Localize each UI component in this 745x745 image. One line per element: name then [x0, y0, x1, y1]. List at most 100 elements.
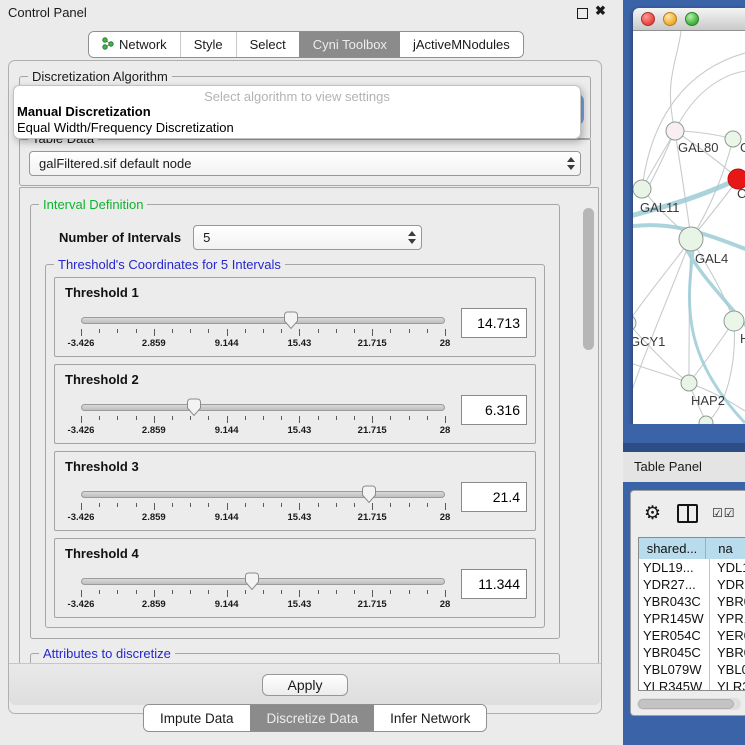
column-header-shared-name[interactable]: shared...: [639, 538, 706, 559]
slider-thumb-icon[interactable]: [244, 572, 260, 591]
node-label: HAP2: [691, 393, 725, 408]
main-scrollbar[interactable]: [582, 192, 596, 660]
column-layout-icon[interactable]: [677, 504, 698, 523]
popup-option-equal-width[interactable]: Equal Width/Frequency Discretization: [14, 120, 580, 136]
threshold-label: Threshold 3: [65, 459, 527, 474]
node-label: H: [740, 331, 745, 346]
network-node-gal4[interactable]: [679, 227, 703, 251]
table-header-row: shared...na: [639, 538, 745, 559]
table-row[interactable]: YLR345WYLR3: [639, 678, 745, 691]
table-row[interactable]: YPR145WYPR1: [639, 610, 745, 627]
slider-tick-labels: -3.4262.8599.14415.4321.71528: [81, 425, 445, 437]
algorithm-dropdown-popup: Select algorithm to view settings Manual…: [13, 85, 581, 139]
tab-jactivemnodules[interactable]: jActiveMNodules: [400, 32, 523, 57]
tab-discretize-data[interactable]: Discretize Data: [250, 705, 375, 731]
slider-ticks: [81, 590, 445, 598]
threshold-label: Threshold 1: [65, 285, 527, 300]
cell-shared-name: YLR345W: [639, 678, 710, 691]
cell-shared-name: YBR043C: [639, 593, 710, 610]
threshold-value-field[interactable]: 6.316: [461, 395, 527, 425]
network-node[interactable]: [699, 416, 713, 424]
table-row[interactable]: YBR045CYBR0: [639, 644, 745, 661]
network-canvas[interactable]: GAL80GACGAL11GAL4GCY1HHAP2: [633, 31, 745, 424]
tab-label: Select: [250, 37, 286, 52]
close-traffic-light-icon[interactable]: [641, 12, 655, 26]
slider-track[interactable]: [81, 491, 445, 498]
cell-name: YDL1: [710, 559, 745, 576]
table-row[interactable]: YER054CYER0: [639, 627, 745, 644]
minimize-traffic-light-icon[interactable]: [663, 12, 677, 26]
apply-button[interactable]: Apply: [262, 674, 347, 696]
tab-network[interactable]: Network: [89, 32, 180, 57]
network-node-gcy1[interactable]: [633, 315, 636, 331]
column-header-name[interactable]: na: [706, 538, 745, 559]
network-nodes: GAL80GACGAL11GAL4GCY1HHAP2: [633, 122, 745, 424]
slider-ticks: [81, 503, 445, 511]
table-row[interactable]: YDR27...YDR2: [639, 576, 745, 593]
table-row[interactable]: YBR043CYBR0: [639, 593, 745, 610]
slider-track[interactable]: [81, 404, 445, 411]
threshold-slider[interactable]: -3.4262.8599.14415.4321.71528: [81, 399, 445, 441]
tab-select[interactable]: Select: [236, 32, 299, 57]
control-panel-tabs: Network Style Select Cyni Toolbox jActiveMNo…: [88, 31, 524, 58]
cell-shared-name: YBR045C: [639, 644, 710, 661]
node-label: GAL80: [678, 140, 718, 155]
group-title: Discretization Algorithm: [28, 69, 172, 84]
close-icon[interactable]: ✖: [595, 3, 606, 19]
threshold-value-field[interactable]: 21.4: [461, 482, 527, 512]
threshold-panel-2: Threshold 2-3.4262.8599.14415.4321.71528…: [54, 364, 536, 444]
slider-thumb-icon[interactable]: [186, 398, 202, 417]
interval-definition-group: Interval Definition Number of Intervals …: [30, 204, 560, 639]
tab-style[interactable]: Style: [180, 32, 236, 57]
threshold-label: Threshold 4: [65, 546, 527, 561]
slider-thumb-icon[interactable]: [283, 311, 299, 330]
table-toolbar: ⚙ ☑☑: [631, 491, 745, 535]
tab-label: Discretize Data: [267, 711, 359, 726]
popup-option-manual[interactable]: Manual Discretization: [14, 104, 580, 120]
network-node-gal11[interactable]: [633, 180, 651, 198]
number-of-intervals-combobox[interactable]: 5: [193, 225, 422, 250]
table-horizontal-scrollbar[interactable]: [637, 698, 741, 710]
slider-track[interactable]: [81, 578, 445, 585]
table-row[interactable]: YDL19...YDL1: [639, 559, 745, 576]
select-columns-icons[interactable]: ☑☑: [712, 506, 736, 520]
slider-track[interactable]: [81, 317, 445, 324]
tab-label: Cyni Toolbox: [313, 37, 387, 52]
threshold-slider[interactable]: -3.4262.8599.14415.4321.71528: [81, 486, 445, 528]
table-row[interactable]: YBL079WYBL0: [639, 661, 745, 678]
slider-thumb-icon[interactable]: [361, 485, 377, 504]
tab-cyni-toolbox[interactable]: Cyni Toolbox: [299, 32, 400, 57]
cell-shared-name: YBL079W: [639, 661, 710, 678]
combo-stepper-icon: [565, 155, 576, 172]
cell-name: YLR3: [710, 678, 745, 691]
tab-label: Network: [119, 37, 167, 52]
panel-title: Control Panel: [8, 5, 87, 20]
threshold-value-field[interactable]: 11.344: [461, 569, 527, 599]
slider-tick-labels: -3.4262.8599.14415.4321.71528: [81, 599, 445, 611]
node-label: GCY1: [633, 334, 665, 349]
cell-name: YPR1: [710, 610, 745, 627]
network-node-hap2[interactable]: [681, 375, 697, 391]
zoom-traffic-light-icon[interactable]: [685, 12, 699, 26]
network-node-gal80[interactable]: [666, 122, 684, 140]
float-window-icon[interactable]: [577, 8, 588, 19]
gear-icon[interactable]: ⚙: [644, 504, 661, 523]
tab-impute-data[interactable]: Impute Data: [144, 705, 250, 731]
desktop: Control Panel ✖ Network Style Select Cyni T…: [0, 0, 745, 745]
network-node-ga[interactable]: [725, 131, 741, 147]
threshold-slider[interactable]: -3.4262.8599.14415.4321.71528: [81, 573, 445, 615]
node-table[interactable]: shared...naYDL19...YDL1YDR27...YDR2YBR04…: [638, 537, 745, 691]
network-node-h[interactable]: [724, 311, 744, 331]
table-data-combobox[interactable]: galFiltered.sif default node: [29, 151, 581, 176]
tab-label: Infer Network: [390, 711, 470, 726]
slider-ticks: [81, 329, 445, 337]
threshold-value-field[interactable]: 14.713: [461, 308, 527, 338]
network-window-titlebar: [633, 8, 745, 31]
tab-infer-network[interactable]: Infer Network: [374, 705, 486, 731]
group-title: Threshold's Coordinates for 5 Intervals: [54, 257, 285, 272]
table-data-value: galFiltered.sif default node: [39, 156, 191, 171]
table-data-group: Table Data galFiltered.sif default node: [19, 138, 591, 186]
combo-stepper-icon: [406, 229, 417, 246]
threshold-slider[interactable]: -3.4262.8599.14415.4321.71528: [81, 312, 445, 354]
slider-ticks: [81, 416, 445, 424]
